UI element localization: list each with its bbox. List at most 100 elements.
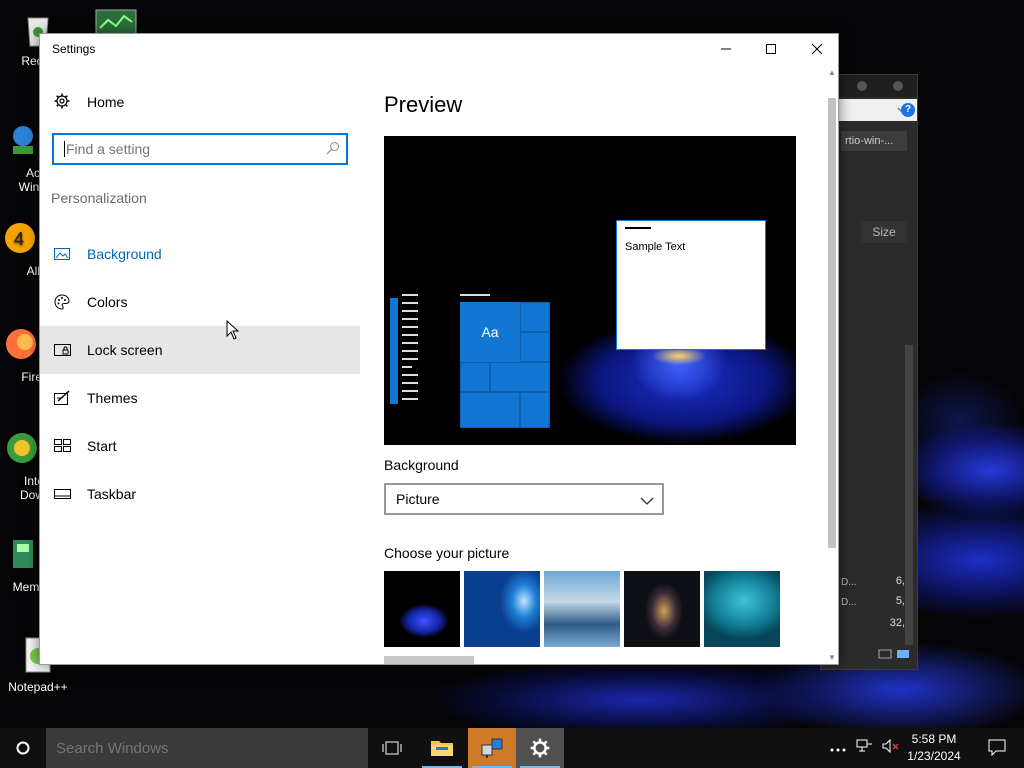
preview-tiles: Aa <box>460 294 550 434</box>
close-button[interactable] <box>794 34 838 64</box>
picture-thumbnails <box>384 571 780 647</box>
maximize-icon <box>766 44 776 54</box>
page-title: Preview <box>384 92 463 117</box>
section-heading: Personalization <box>51 190 147 206</box>
search-input[interactable] <box>66 141 346 157</box>
network-icon[interactable] <box>856 739 880 758</box>
nav-item-label: Themes <box>87 390 138 406</box>
task-view-button[interactable] <box>368 728 416 768</box>
background-scrollbar[interactable] <box>905 345 913 645</box>
aimp-icon: 4 <box>0 220 40 260</box>
start-icon <box>54 439 74 453</box>
sample-text: Sample Text <box>625 241 686 253</box>
minimize-icon <box>721 48 731 50</box>
preview-tile-text: Aa <box>460 302 520 362</box>
taskbar-clock[interactable]: 5:58 PM 1/23/2024 <box>902 731 966 765</box>
maximize-button[interactable] <box>748 34 794 64</box>
settings-taskbar-button[interactable] <box>516 728 564 768</box>
mouse-cursor-icon <box>226 319 240 345</box>
memory-chip-icon <box>3 536 43 576</box>
task-view-icon <box>382 741 402 755</box>
folder-icon <box>431 741 453 756</box>
minimize-dot-icon[interactable] <box>857 81 867 91</box>
list-item[interactable]: D... <box>841 577 857 588</box>
view-toggle-icons[interactable] <box>877 648 911 663</box>
start-button[interactable] <box>0 728 46 768</box>
settings-nav: Home Personalization Background Colors <box>40 64 360 664</box>
list-item[interactable]: D... <box>841 597 857 608</box>
clock-time: 5:58 PM <box>911 732 957 746</box>
titlebar[interactable]: Settings <box>40 34 838 64</box>
scroll-up-icon[interactable]: ▲ <box>828 68 836 77</box>
notification-icon <box>988 739 1006 757</box>
file-explorer-button[interactable] <box>418 728 466 768</box>
gear-icon <box>54 93 74 112</box>
vertical-scrollbar[interactable]: ▲ ▼ <box>826 64 838 664</box>
file-tab[interactable]: rtio-win-... <box>841 131 907 151</box>
background-label: Background <box>384 457 459 473</box>
background-dropdown[interactable]: Picture <box>384 483 664 515</box>
firefox-desktop-icon[interactable]: Fire <box>0 326 42 384</box>
preview-start-menu <box>390 294 420 406</box>
system-tray <box>830 728 902 768</box>
nav-item-label: Background <box>87 246 162 262</box>
taskbar: 5:58 PM 1/23/2024 <box>0 728 1024 768</box>
show-hidden-icons-icon[interactable] <box>830 739 848 757</box>
chevron-down-icon <box>640 493 654 509</box>
settings-search-box[interactable] <box>52 133 348 165</box>
nav-item-label: Start <box>87 438 117 454</box>
nav-item-label: Lock screen <box>87 342 163 358</box>
volume-muted-icon[interactable] <box>882 738 902 758</box>
thumbnail-underwater[interactable] <box>704 571 780 647</box>
nav-item-taskbar[interactable]: Taskbar <box>40 470 360 518</box>
minimize-button[interactable] <box>703 34 749 64</box>
nav-item-lock-screen[interactable]: Lock screen <box>40 326 360 374</box>
home-label: Home <box>87 94 125 110</box>
taskbar-icon <box>54 488 74 500</box>
thumbnail-blue-flower[interactable] <box>384 571 460 647</box>
palette-icon <box>54 294 74 310</box>
close-icon <box>811 43 823 55</box>
settings-content: Preview Aa Sample Text Background Pictur… <box>360 64 826 664</box>
text-caret <box>64 141 65 157</box>
maximize-dot-icon[interactable] <box>893 81 903 91</box>
scroll-down-icon[interactable]: ▼ <box>828 653 836 662</box>
gear-icon <box>530 738 550 758</box>
taskbar-search-box[interactable] <box>46 728 368 768</box>
sample-window: Sample Text <box>616 220 766 350</box>
nav-item-label: Colors <box>87 294 128 310</box>
nav-item-colors[interactable]: Colors <box>40 278 360 326</box>
taskbar-search-input[interactable] <box>56 739 368 757</box>
horizontal-scrollbar[interactable] <box>384 656 474 664</box>
network-app-button[interactable] <box>468 728 516 768</box>
scroll-thumb[interactable] <box>828 98 836 548</box>
search-icon[interactable] <box>326 141 340 160</box>
home-nav-item[interactable]: Home <box>54 92 124 112</box>
background-dropdown-value: Picture <box>396 491 440 507</box>
themes-icon <box>54 390 74 406</box>
internet-download-desktop-icon[interactable]: Inte Dow <box>0 430 44 502</box>
size-value: 6, <box>895 575 905 587</box>
window-title: Settings <box>52 42 96 56</box>
lock-screen-icon <box>54 343 74 357</box>
nav-item-themes[interactable]: Themes <box>40 374 360 422</box>
action-center-button[interactable] <box>988 738 1006 761</box>
nav-item-start[interactable]: Start <box>40 422 360 470</box>
picture-icon <box>54 247 74 261</box>
help-icon[interactable]: ? <box>901 103 915 117</box>
choose-picture-label: Choose your picture <box>384 545 510 561</box>
nav-item-label: Taskbar <box>87 486 137 502</box>
thumbnail-windows-10[interactable] <box>464 571 540 647</box>
size-value: 5, <box>895 595 905 607</box>
aimp-desktop-icon[interactable]: 4 All <box>0 220 40 278</box>
thumbnail-beach-rocks[interactable] <box>544 571 620 647</box>
size-column-header[interactable]: Size <box>861 221 907 243</box>
settings-window[interactable]: Settings Home Personalization <box>39 33 839 665</box>
nav-item-background[interactable]: Background <box>40 230 360 278</box>
clock-date: 1/23/2024 <box>907 749 961 763</box>
size-value: 32, <box>889 617 905 629</box>
download-icon <box>2 430 42 470</box>
svg-text:4: 4 <box>14 229 24 249</box>
thumbnail-night-sky[interactable] <box>624 571 700 647</box>
cortana-circle-icon <box>16 741 30 755</box>
